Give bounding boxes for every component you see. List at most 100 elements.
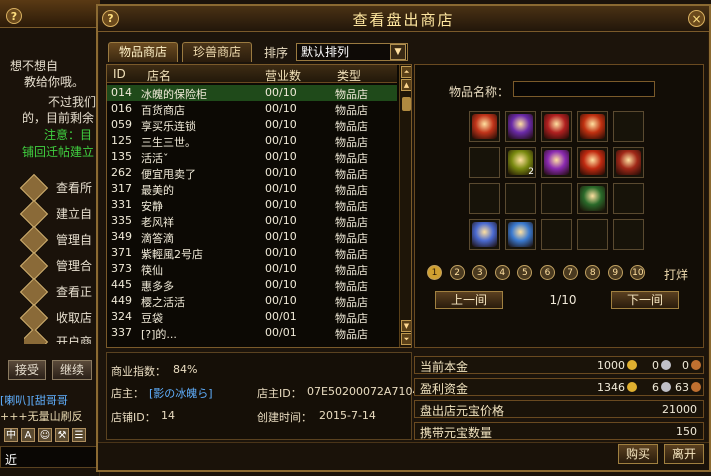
business-index-value: 84% — [173, 363, 198, 376]
item-slot[interactable] — [505, 183, 536, 214]
table-row[interactable]: 337 [?]的... 00/01 物品店 — [107, 325, 397, 341]
next-shop-button[interactable]: 下一间 — [611, 291, 679, 309]
leave-button[interactable]: 离开 — [664, 444, 704, 464]
background-menu-item[interactable]: 建立自 — [19, 199, 100, 229]
profit-row: 盈利资金 1346 6 63 — [414, 378, 704, 396]
chevron-down-icon[interactable]: ▼ — [390, 44, 406, 60]
shop-name-cell: 樱之活活 — [141, 296, 185, 309]
item-slot[interactable] — [577, 147, 608, 178]
table-row[interactable]: 317 最美的 00/10 物品店 — [107, 181, 397, 197]
shop-id-cell: 059 — [111, 118, 132, 131]
chat-input[interactable]: 近 — [0, 446, 100, 468]
tool-icon[interactable]: ☰ — [72, 428, 86, 442]
item-slot[interactable] — [541, 183, 572, 214]
table-scrollbar[interactable]: ⏶ ▲ ▼ ⏷ — [399, 65, 411, 347]
table-row[interactable]: 371 紫輕風2号店 00/10 物品店 — [107, 245, 397, 261]
item-slot[interactable] — [613, 111, 644, 142]
item-slot[interactable] — [613, 183, 644, 214]
tool-icon[interactable]: 中 — [4, 428, 18, 442]
table-row[interactable]: 445 惠多多 00/10 物品店 — [107, 277, 397, 293]
page-button[interactable]: 10 — [630, 265, 646, 280]
tool-icon[interactable]: A — [21, 428, 35, 442]
background-menu-item[interactable]: 开户商 — [24, 330, 100, 344]
item-slot[interactable] — [469, 147, 500, 178]
table-row[interactable]: 335 老风祥 00/10 物品店 — [107, 213, 397, 229]
item-slot[interactable] — [505, 111, 536, 142]
table-row[interactable]: 331 安静 00/10 物品店 — [107, 197, 397, 213]
table-row[interactable]: 373 筷仙 00/10 物品店 — [107, 261, 397, 277]
page-button[interactable]: 2 — [449, 265, 465, 280]
shop-name-cell: 便宜甩卖了 — [141, 168, 196, 181]
page-button[interactable]: 9 — [607, 265, 623, 280]
item-icon — [508, 114, 533, 139]
table-row[interactable]: 059 享买乐连锁 00/10 物品店 — [107, 117, 397, 133]
shop-type-cell: 物品店 — [335, 312, 368, 325]
prev-shop-button[interactable]: 上一间 — [435, 291, 503, 309]
scroll-down-icon[interactable]: ▼ — [401, 320, 411, 332]
page-button[interactable]: 7 — [562, 265, 578, 280]
page-button[interactable]: 6 — [540, 265, 555, 280]
tab-item-shop[interactable]: 物品商店 — [108, 42, 178, 62]
item-slot[interactable] — [577, 219, 608, 250]
page-button[interactable]: 1 — [427, 265, 442, 280]
continue-button[interactable]: 继续 — [52, 360, 92, 380]
background-menu-item[interactable]: 查看正 — [19, 277, 100, 307]
table-row[interactable]: 135 活活ˇ 00/10 物品店 — [107, 149, 397, 165]
item-slot[interactable] — [469, 111, 500, 142]
page-button[interactable]: 4 — [494, 265, 510, 280]
table-row[interactable]: 324 豆袋 00/01 物品店 — [107, 309, 397, 325]
help-icon[interactable]: ? — [102, 10, 119, 27]
background-menu-item[interactable]: 查看所 — [19, 173, 100, 203]
buy-button[interactable]: 购买 — [618, 444, 658, 464]
close-shop-label: 打烊 — [664, 268, 689, 282]
accept-button[interactable]: 接受 — [8, 360, 46, 380]
item-slot[interactable] — [541, 111, 572, 142]
shop-id-cell: 349 — [111, 230, 132, 243]
shop-type-cell: 物品店 — [335, 104, 368, 117]
table-row[interactable]: 125 三生三世。 00/10 物品店 — [107, 133, 397, 149]
item-slot[interactable] — [577, 183, 608, 214]
column-header-id[interactable]: ID — [113, 67, 126, 81]
business-count-cell: 00/10 — [265, 166, 297, 179]
table-row[interactable]: 016 百货商店 00/10 物品店 — [107, 101, 397, 117]
column-header-business[interactable]: 营业数 — [265, 67, 301, 84]
item-slot[interactable] — [541, 219, 572, 250]
scroll-top-icon[interactable]: ⏶ — [401, 66, 411, 78]
close-icon[interactable]: × — [688, 10, 705, 27]
scroll-thumb[interactable] — [402, 97, 411, 111]
item-slot[interactable] — [577, 111, 608, 142]
business-count-cell: 00/10 — [265, 262, 297, 275]
shop-name-cell: [?]的... — [141, 328, 177, 341]
shop-id-cell: 014 — [111, 86, 132, 99]
tab-pet-shop[interactable]: 珍兽商店 — [182, 42, 252, 62]
item-slot[interactable] — [469, 219, 500, 250]
table-row[interactable]: 262 便宜甩卖了 00/10 物品店 — [107, 165, 397, 181]
column-header-type[interactable]: 类型 — [337, 67, 361, 84]
background-menu-item[interactable]: 管理合 — [19, 251, 100, 281]
item-slot[interactable] — [613, 147, 644, 178]
item-slot[interactable] — [469, 183, 500, 214]
page-button[interactable]: 5 — [517, 265, 533, 280]
item-panel: 物品名称： 2 1 2 3 4 5 6 7 8 9 10 打烊 上一间 1/10 下一间 — [414, 64, 704, 348]
item-slot[interactable] — [541, 147, 572, 178]
column-header-name[interactable]: 店名 — [147, 67, 171, 84]
item-slot[interactable]: 2 — [505, 147, 536, 178]
item-slot[interactable] — [613, 219, 644, 250]
tool-icon[interactable]: ☺ — [38, 428, 52, 442]
shop-id-cell: 125 — [111, 134, 132, 147]
background-menu-item[interactable]: 管理自 — [19, 225, 100, 255]
shop-name-cell: 享买乐连锁 — [141, 120, 196, 133]
table-row[interactable]: 349 滴答滴 00/10 物品店 — [107, 229, 397, 245]
background-help-icon[interactable]: ? — [6, 8, 22, 24]
scroll-up-icon[interactable]: ▲ — [401, 79, 411, 91]
page-button[interactable]: 8 — [585, 265, 601, 280]
background-menu-item[interactable]: 收取店 — [19, 303, 100, 333]
item-slot[interactable] — [505, 219, 536, 250]
tool-icon[interactable]: ⚒ — [55, 428, 69, 442]
table-row[interactable]: 014 冰魄的保险柜 00/10 物品店 — [107, 85, 397, 101]
scroll-bottom-icon[interactable]: ⏷ — [401, 333, 411, 345]
table-row[interactable]: 449 樱之活活 00/10 物品店 — [107, 293, 397, 309]
item-count: 2 — [528, 167, 534, 177]
business-count-cell: 00/10 — [265, 118, 297, 131]
page-button[interactable]: 3 — [472, 265, 488, 280]
